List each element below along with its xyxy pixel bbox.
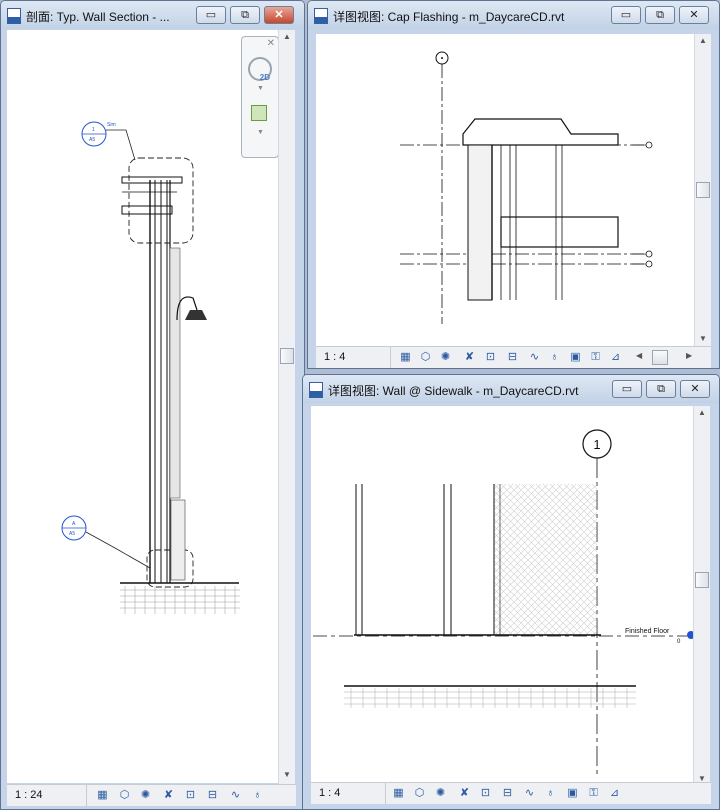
scroll-down-arrow[interactable]: ▼ — [279, 768, 295, 782]
section-titlebar[interactable]: 剖面: Typ. Wall Section - ... ▭ ⧉ ✕ — [1, 1, 304, 29]
minimize-button[interactable]: ▭ — [611, 6, 641, 24]
level-label[interactable]: Finished Floor — [625, 628, 670, 635]
reveal-hidden-icon[interactable]: ♁ — [250, 789, 265, 802]
crop-view-icon[interactable]: ⊡ — [483, 351, 498, 364]
grid-bubble-number: 1 — [593, 437, 600, 452]
shadows-icon[interactable]: ✘ — [161, 789, 176, 802]
close-button[interactable]: ✕ — [680, 380, 710, 398]
close-button[interactable]: ✕ — [679, 6, 709, 24]
visual-style-icon[interactable]: ⬡ — [117, 789, 132, 802]
navbar-close-icon[interactable]: ✕ — [267, 38, 275, 49]
crop-view-icon[interactable]: ⊡ — [478, 787, 493, 800]
scroll-down-arrow[interactable]: ▼ — [695, 332, 711, 346]
cap-flashing-canvas[interactable] — [316, 34, 694, 347]
sidewalk-view-control-bar: 1 : 4 ▦ ⬡ ✺ ✘ ⊡ ⊟ ∿ ♁ ▣ ⚿ ⊿ — [311, 782, 711, 804]
cap-flashing-window[interactable]: 详图视图: Cap Flashing - m_DaycareCD.rvt ▭ ⧉… — [307, 0, 720, 369]
hide-isolate-icon[interactable]: ∿ — [522, 787, 537, 800]
callout-top-tag: Sim — [107, 122, 116, 128]
reveal-hidden-icon[interactable]: ♁ — [547, 351, 562, 364]
temporary-hide-icon[interactable]: ⚿ — [586, 787, 601, 800]
temporary-hide-icon[interactable]: ⚿ — [588, 351, 603, 364]
restore-button[interactable]: ⧉ — [646, 380, 676, 398]
close-button[interactable]: ✕ — [264, 6, 294, 24]
lock-view-icon[interactable]: ▣ — [565, 787, 580, 800]
show-crop-icon[interactable]: ⊟ — [205, 789, 220, 802]
scroll-thumb[interactable] — [695, 572, 709, 588]
sidewalk-titlebar[interactable]: 详图视图: Wall @ Sidewalk - m_DaycareCD.rvt … — [303, 375, 719, 403]
view-scale[interactable]: 1 : 4 — [316, 347, 391, 368]
section-view-window[interactable]: 剖面: Typ. Wall Section - ... ▭ ⧉ ✕ 1 A5 S… — [0, 0, 305, 810]
cap-flashing-view-control-bar: 1 : 4 ▦ ⬡ ✺ ✘ ⊡ ⊟ ∿ ♁ ▣ ⚿ ⊿ ◀ ▶ — [316, 346, 711, 368]
steering-wheel-icon[interactable]: 2D — [248, 57, 272, 82]
cap-flashing-vertical-scrollbar[interactable]: ▲ ▼ — [694, 34, 711, 347]
level-elevation: 0 — [677, 639, 681, 645]
sidewalk-window-title: 详图视图: Wall @ Sidewalk - m_DaycareCD.rvt — [328, 384, 579, 398]
section-view-control-bar: 1 : 24 ▦ ⬡ ✺ ✘ ⊡ ⊟ ∿ ♁ — [7, 784, 296, 806]
sidewalk-drawing: 1 Finished Floor 0 — [313, 429, 693, 776]
cap-flashing-titlebar[interactable]: 详图视图: Cap Flashing - m_DaycareCD.rvt ▭ ⧉… — [308, 1, 719, 29]
visual-style-icon[interactable]: ⬡ — [418, 351, 433, 364]
sun-path-icon[interactable]: ✺ — [433, 787, 448, 800]
sidewalk-vertical-scrollbar[interactable]: ▲ ▼ — [693, 406, 710, 788]
hide-isolate-icon[interactable]: ∿ — [527, 351, 542, 364]
hide-isolate-icon[interactable]: ∿ — [228, 789, 243, 802]
scroll-up-arrow[interactable]: ▲ — [694, 406, 710, 420]
cap-flashing-drawing — [400, 51, 653, 324]
detail-level-icon[interactable]: ▦ — [398, 351, 413, 364]
lock-view-icon[interactable]: ▣ — [568, 351, 583, 364]
section-drawing: 1 A5 Sim A A5 — [61, 121, 240, 614]
revit-document-icon — [309, 382, 323, 398]
scroll-thumb[interactable] — [696, 182, 710, 198]
zoom-dropdown-icon[interactable]: ▼ — [257, 129, 264, 136]
sidewalk-canvas[interactable]: 1 Finished Floor 0 — [311, 406, 693, 788]
section-vertical-scrollbar[interactable]: ▲ ▼ — [278, 30, 295, 784]
navigation-bar[interactable]: ✕ 2D ▼ ▼ — [241, 36, 278, 158]
cap-flashing-window-title: 详图视图: Cap Flashing - m_DaycareCD.rvt — [333, 10, 565, 24]
shadows-icon[interactable]: ✘ — [462, 351, 477, 364]
revit-document-icon — [7, 8, 21, 24]
view-scale[interactable]: 1 : 24 — [7, 785, 87, 806]
scroll-up-arrow[interactable]: ▲ — [695, 34, 711, 48]
analysis-display-icon[interactable]: ⊿ — [607, 787, 622, 800]
detail-level-icon[interactable]: ▦ — [95, 789, 110, 802]
sun-path-icon[interactable]: ✺ — [138, 789, 153, 802]
shadows-icon[interactable]: ✘ — [457, 787, 472, 800]
callout-bottom-number: A — [72, 521, 76, 527]
scroll-right-arrow[interactable]: ▶ — [686, 351, 692, 360]
section-drawing-canvas[interactable]: 1 A5 Sim A A5 ✕ 2D ▼ ▼ — [7, 30, 278, 783]
revit-document-icon — [314, 8, 328, 24]
callout-top-sheet: A5 — [89, 137, 95, 143]
analysis-display-icon[interactable]: ⊿ — [608, 351, 623, 364]
minimize-button[interactable]: ▭ — [196, 6, 226, 24]
restore-button[interactable]: ⧉ — [645, 6, 675, 24]
scroll-thumb[interactable] — [280, 348, 294, 364]
horizontal-scroll-thumb[interactable] — [652, 350, 668, 365]
scroll-up-arrow[interactable]: ▲ — [279, 30, 295, 44]
restore-button[interactable]: ⧉ — [230, 6, 260, 24]
minimize-button[interactable]: ▭ — [612, 380, 642, 398]
visual-style-icon[interactable]: ⬡ — [412, 787, 427, 800]
zoom-region-icon[interactable] — [251, 105, 267, 121]
scroll-left-arrow[interactable]: ◀ — [636, 351, 642, 360]
section-window-title: 剖面: Typ. Wall Section - ... — [26, 10, 170, 24]
show-crop-icon[interactable]: ⊟ — [500, 787, 515, 800]
reveal-hidden-icon[interactable]: ♁ — [543, 787, 558, 800]
wheel-dropdown-icon[interactable]: ▼ — [257, 85, 264, 92]
show-crop-icon[interactable]: ⊟ — [505, 351, 520, 364]
detail-level-icon[interactable]: ▦ — [391, 787, 406, 800]
crop-view-icon[interactable]: ⊡ — [183, 789, 198, 802]
callout-bottom-sheet: A5 — [69, 531, 75, 537]
sidewalk-window[interactable]: 详图视图: Wall @ Sidewalk - m_DaycareCD.rvt … — [302, 374, 720, 810]
sun-path-icon[interactable]: ✺ — [438, 351, 453, 364]
callout-top-number: 1 — [92, 127, 95, 133]
view-scale[interactable]: 1 : 4 — [311, 783, 386, 804]
